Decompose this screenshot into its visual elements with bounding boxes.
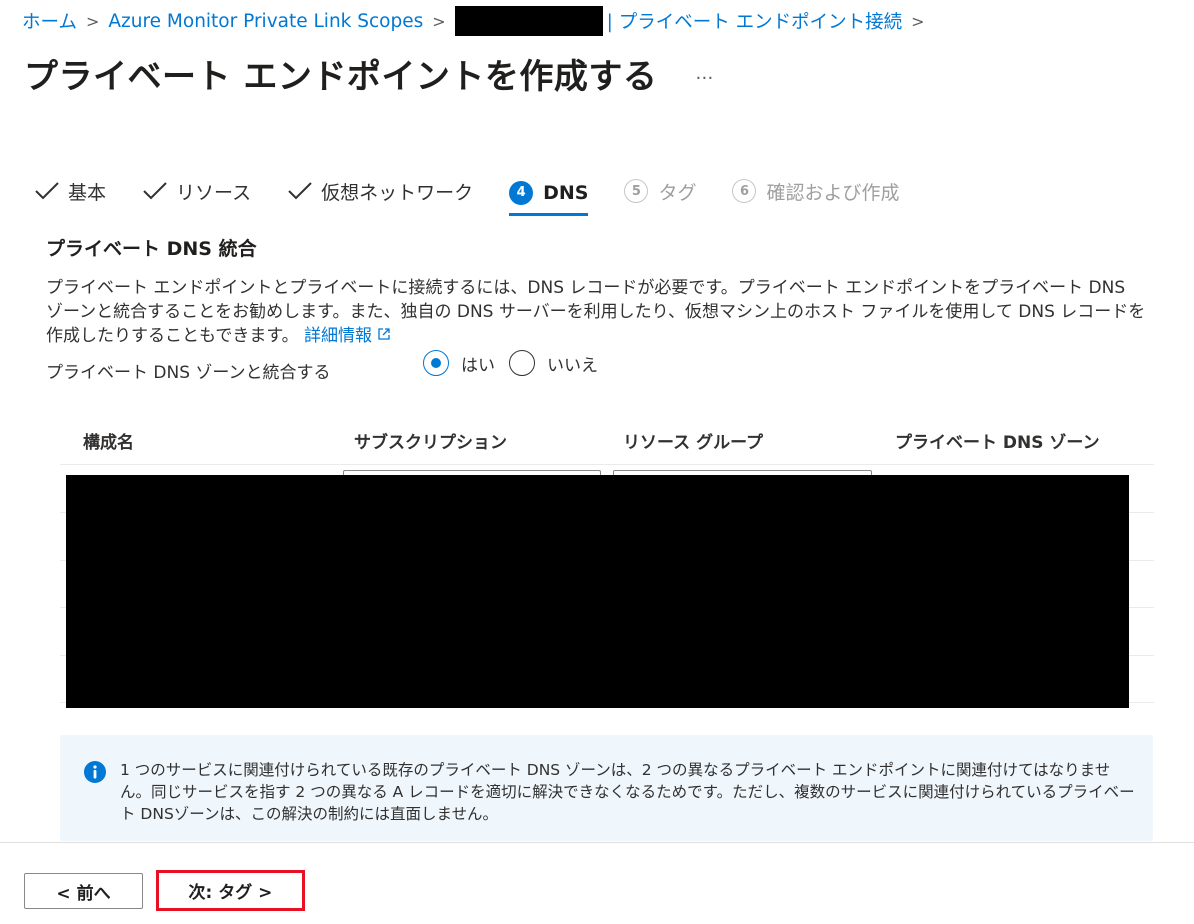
tab-label: 基本 [68,181,107,204]
radio-checked-icon [423,350,449,376]
breadcrumb: ホーム > Azure Monitor Private Link Scopes … [22,6,934,36]
redacted-table-rows [66,475,1129,708]
more-options-icon[interactable]: … [695,63,714,84]
tab-dns[interactable]: 4 DNS [509,172,589,216]
learn-more-link[interactable]: 詳細情報 [304,326,391,346]
column-header-private-dns-zone: プライベート DNS ゾーン [895,433,1100,453]
section-title: プライベート DNS 統合 [46,238,257,260]
breadcrumb-home[interactable]: ホーム [22,8,77,34]
tab-basics[interactable]: 基本 [34,172,106,210]
breadcrumb-private-endpoint-connections[interactable]: | プライベート エンドポイント接続 [607,8,903,34]
learn-more-label: 詳細情報 [304,326,373,346]
info-icon [84,761,106,783]
dns-config-table-header: 構成名 サブスクリプション リソース グループ プライベート DNS ゾーン [60,416,1154,465]
radio-no[interactable]: いいえ [509,350,598,376]
external-link-icon [378,328,390,340]
radio-no-label: いいえ [547,355,598,376]
description-text: プライベート エンドポイントとプライベートに接続するには、DNS レコードが必要… [46,278,1146,346]
step-number-badge: 5 [624,179,649,203]
tab-virtual-network[interactable]: 仮想ネットワーク [287,172,473,210]
redacted-resource-name [454,6,603,36]
integrate-dns-label: プライベート DNS ゾーンと統合する [46,363,331,383]
info-text: 1 つのサービスに関連付けられている既存のプライベート DNS ゾーンは、2 つ… [120,761,1135,823]
tab-label: DNS [543,181,589,204]
chevron-right-icon: > [911,11,925,31]
radio-yes-label: はい [461,355,495,376]
tab-label: リソース [176,181,252,204]
radio-unchecked-icon [509,350,535,376]
checkmark-icon [35,182,59,200]
next-tags-button[interactable]: 次: タグ > [162,875,299,906]
wizard-tabs: 基本 リソース 仮想ネットワーク 4 DNS 5 タグ 6 確認および作成 [34,172,935,218]
radio-yes[interactable]: はい [423,350,495,376]
step-number-badge: 4 [509,180,534,205]
page-title: プライベート エンドポイントを作成する [24,56,658,97]
info-banner: 1 つのサービスに関連付けられている既存のプライベート DNS ゾーンは、2 つ… [60,735,1153,841]
checkmark-icon [143,182,167,200]
column-header-resource-group: リソース グループ [623,433,764,453]
step-number-badge: 6 [732,179,757,203]
tab-tags[interactable]: 5 タグ [624,172,696,210]
column-header-config-name: 構成名 [83,433,134,453]
tab-review-create[interactable]: 6 確認および作成 [732,172,899,210]
tab-label: タグ [658,181,697,204]
chevron-right-icon: > [432,11,446,31]
tab-label: 確認および作成 [766,181,900,204]
dns-description: プライベート エンドポイントとプライベートに接続するには、DNS レコードが必要… [46,276,1146,348]
tab-resource[interactable]: リソース [142,172,251,210]
previous-button[interactable]: < 前へ [24,873,143,909]
title-row: プライベート エンドポイントを作成する … [24,48,714,98]
tab-label: 仮想ネットワーク [321,181,474,204]
chevron-right-icon: > [85,11,100,31]
checkmark-icon [288,182,312,200]
integrate-dns-radio-group: はい いいえ [423,350,612,376]
breadcrumb-private-link-scopes[interactable]: Azure Monitor Private Link Scopes [108,11,423,32]
footer-divider [0,842,1194,843]
column-header-subscription: サブスクリプション [354,433,507,453]
